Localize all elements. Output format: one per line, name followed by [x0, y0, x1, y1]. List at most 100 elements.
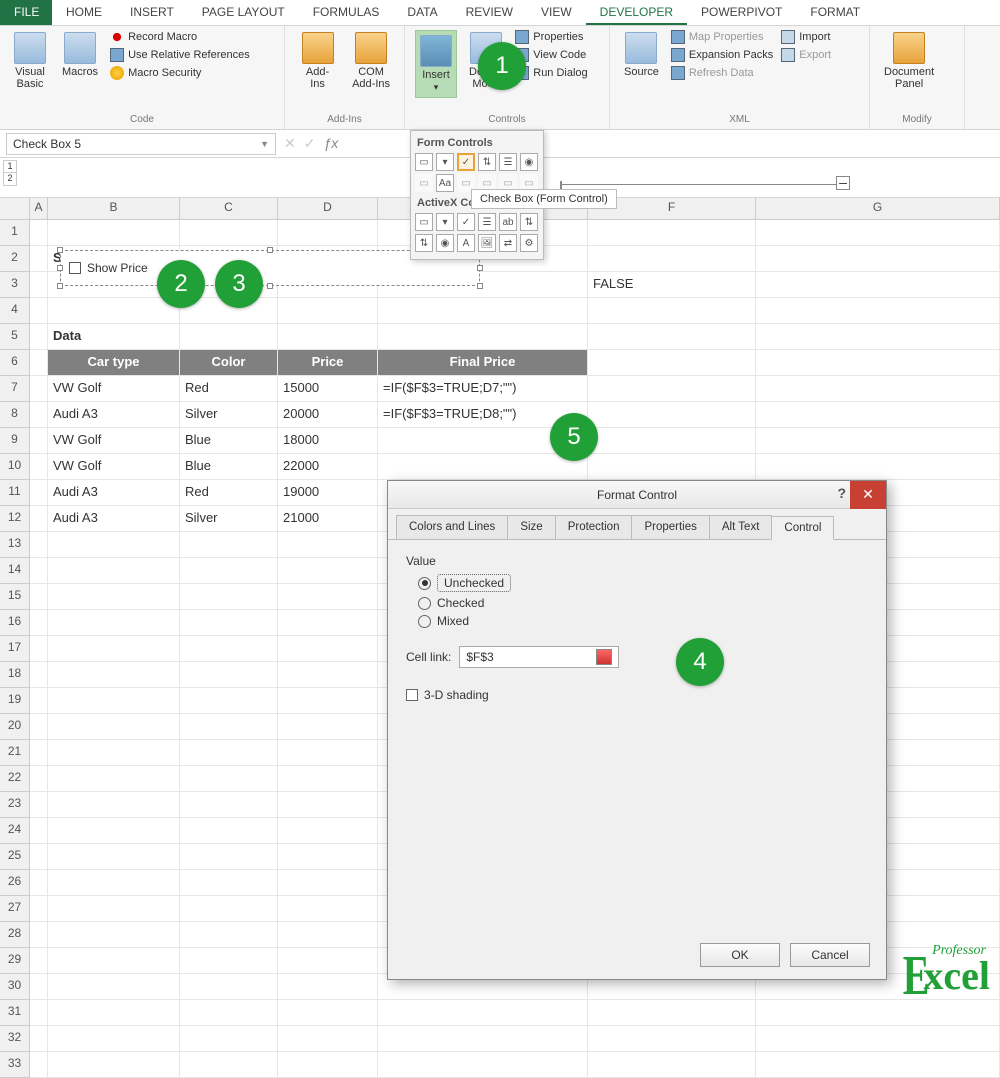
cell[interactable]	[180, 1000, 278, 1026]
ok-button[interactable]: OK	[700, 943, 780, 967]
dlg-tab-properties[interactable]: Properties	[631, 515, 709, 539]
cell[interactable]: 19000	[278, 480, 378, 506]
cell[interactable]: Blue	[180, 428, 278, 454]
cell[interactable]	[378, 1026, 588, 1052]
form-button-control[interactable]: ▭	[415, 153, 433, 171]
tab-format[interactable]: FORMAT	[796, 0, 874, 25]
map-props-button[interactable]: Map Properties	[671, 30, 773, 44]
document-panel-button[interactable]: Document Panel	[880, 30, 938, 92]
cell[interactable]: 20000	[278, 402, 378, 428]
cell-link-input[interactable]: $F$3	[459, 646, 619, 668]
cell[interactable]	[180, 636, 278, 662]
cell[interactable]	[180, 974, 278, 1000]
name-box[interactable]: Check Box 5▼	[6, 133, 276, 155]
cell[interactable]	[30, 220, 48, 246]
cell[interactable]	[180, 688, 278, 714]
tab-pagelayout[interactable]: PAGE LAYOUT	[188, 0, 299, 25]
cell[interactable]	[48, 1052, 180, 1078]
row-header[interactable]: 18	[0, 662, 30, 688]
cell[interactable]	[48, 662, 180, 688]
tab-insert[interactable]: INSERT	[116, 0, 188, 25]
cell[interactable]	[180, 922, 278, 948]
cell[interactable]	[278, 584, 378, 610]
cell[interactable]	[180, 714, 278, 740]
cell[interactable]	[30, 1052, 48, 1078]
cell[interactable]	[180, 662, 278, 688]
cell[interactable]	[378, 298, 588, 324]
cell[interactable]	[30, 584, 48, 610]
cell[interactable]	[30, 298, 48, 324]
cell[interactable]	[278, 974, 378, 1000]
cell[interactable]	[30, 974, 48, 1000]
cell[interactable]	[278, 1026, 378, 1052]
ax-image-control[interactable]: 🖼	[478, 234, 496, 252]
cell[interactable]	[30, 272, 48, 298]
cell[interactable]	[30, 896, 48, 922]
formula-cancel-icon[interactable]: ✕	[284, 135, 296, 152]
cell[interactable]	[48, 740, 180, 766]
tab-powerpivot[interactable]: POWERPIVOT	[687, 0, 796, 25]
cell[interactable]	[180, 1052, 278, 1078]
addins-button[interactable]: Add-Ins	[295, 30, 340, 92]
cell[interactable]	[30, 766, 48, 792]
tab-data[interactable]: DATA	[393, 0, 451, 25]
cell[interactable]: Audi A3	[48, 480, 180, 506]
cell[interactable]	[30, 376, 48, 402]
tab-formulas[interactable]: FORMULAS	[299, 0, 394, 25]
insert-control-button[interactable]: Insert▾	[415, 30, 457, 98]
cell[interactable]: Red	[180, 376, 278, 402]
cell[interactable]	[30, 870, 48, 896]
cell[interactable]	[48, 974, 180, 1000]
cell[interactable]	[48, 818, 180, 844]
cell[interactable]	[48, 922, 180, 948]
row-header[interactable]: 32	[0, 1026, 30, 1052]
cell[interactable]	[378, 1000, 588, 1026]
run-dialog-button[interactable]: Run Dialog	[515, 66, 587, 80]
cell[interactable]	[278, 766, 378, 792]
row-header[interactable]: 26	[0, 870, 30, 896]
row-header[interactable]: 31	[0, 1000, 30, 1026]
cell[interactable]	[48, 1026, 180, 1052]
ax-scrollbar-control[interactable]: ⇅	[520, 213, 538, 231]
outline-collapse-button[interactable]: –	[836, 176, 850, 190]
cell[interactable]	[30, 714, 48, 740]
cell[interactable]	[48, 610, 180, 636]
cell[interactable]	[378, 324, 588, 350]
cell[interactable]: 22000	[278, 454, 378, 480]
row-header[interactable]: 6	[0, 350, 30, 376]
ax-button-control[interactable]: ▭	[415, 213, 433, 231]
cell[interactable]	[378, 1052, 588, 1078]
row-header[interactable]: 15	[0, 584, 30, 610]
cell[interactable]	[180, 818, 278, 844]
cell[interactable]	[588, 246, 756, 272]
cell[interactable]	[588, 1052, 756, 1078]
cell[interactable]	[588, 298, 756, 324]
cell[interactable]: 18000	[278, 428, 378, 454]
cell[interactable]	[30, 324, 48, 350]
cell[interactable]	[278, 714, 378, 740]
cell[interactable]	[588, 402, 756, 428]
cell[interactable]	[278, 818, 378, 844]
cell[interactable]	[278, 844, 378, 870]
ax-more-control[interactable]: ⚙	[520, 234, 538, 252]
cell[interactable]	[30, 454, 48, 480]
cell[interactable]: Data	[48, 324, 180, 350]
cell[interactable]: VW Golf	[48, 454, 180, 480]
cell[interactable]	[48, 688, 180, 714]
cell[interactable]	[756, 376, 1000, 402]
cell[interactable]	[756, 428, 1000, 454]
properties-button[interactable]: Properties	[515, 30, 587, 44]
row-header[interactable]: 23	[0, 792, 30, 818]
cell[interactable]	[278, 558, 378, 584]
row-header[interactable]: 25	[0, 844, 30, 870]
cell[interactable]: Silver	[180, 506, 278, 532]
dlg-tab-alttext[interactable]: Alt Text	[709, 515, 773, 539]
cell[interactable]	[30, 558, 48, 584]
cell[interactable]	[30, 1000, 48, 1026]
cell[interactable]	[180, 558, 278, 584]
cell[interactable]	[30, 428, 48, 454]
row-header[interactable]: 2	[0, 246, 30, 272]
cell[interactable]	[30, 506, 48, 532]
tab-review[interactable]: REVIEW	[452, 0, 527, 25]
cell[interactable]	[278, 298, 378, 324]
